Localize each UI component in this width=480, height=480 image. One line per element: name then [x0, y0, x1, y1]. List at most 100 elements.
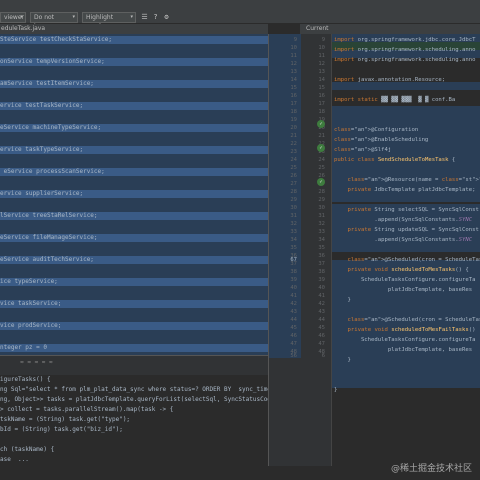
code-line: } [334, 297, 351, 303]
line-number: 38 [290, 269, 297, 275]
code-line: private void scheduledToMesTasks() { [347, 267, 469, 273]
right-diff-pane[interactable]: import org.springframework.jdbc.core.Jdb… [332, 34, 480, 466]
marked-line-number: 67 [290, 257, 297, 263]
line-number: 29 [290, 197, 297, 203]
code-line: > collect = tasks.parallelStream().map(t… [0, 406, 174, 413]
code-line: amService testItemService; [0, 80, 268, 88]
code-line: ch (taskName) { [0, 446, 55, 453]
viewer-dropdown[interactable]: viewer ▾ [0, 12, 26, 23]
code-line: import org.springframework.scheduling.an… [334, 47, 476, 53]
line-number: 43 [318, 309, 325, 315]
highlight-dropdown[interactable]: Highlight words ▾ [82, 12, 136, 30]
code-line: eService machineTypeService; [0, 124, 268, 132]
code-line: SteService testCheckStaService; [0, 36, 268, 44]
line-number: 10 [318, 45, 325, 51]
code-line: ervice taskTypeService; [0, 146, 268, 154]
left-diff-pane[interactable]: eduleTask.java SteService testCheckStaSe… [0, 24, 268, 466]
line-number: 17 [290, 101, 297, 107]
code-line: private void scheduledToMesFailTasks() [347, 327, 476, 333]
help-icon[interactable]: ? [151, 13, 160, 22]
watermark-text: @稀土掘金技术社区 [390, 464, 472, 474]
code-line: private JdbcTemplate platJdbcTemplate; [347, 187, 476, 193]
left-file-tab[interactable]: eduleTask.java [0, 24, 268, 34]
code-line: ervice supplierService; [0, 190, 268, 198]
line-number: 47 [318, 341, 325, 347]
spring-bean-icon[interactable]: ✓ [317, 178, 325, 186]
line-number: 25 [290, 165, 297, 171]
code-line: ScheduleTasksConfigure.configureTa [334, 337, 476, 343]
watermark: @稀土掘金技术社区 [391, 461, 472, 474]
line-number: 23 [290, 149, 297, 155]
line-number: 36 [318, 253, 325, 259]
code-line: .append(SyncSqlConstants.SYNC [334, 217, 473, 223]
line-number: 13 [318, 69, 325, 75]
code-line: platJdbcTemplate, baseRes [334, 347, 473, 353]
line-number: 11 [290, 53, 297, 59]
code-line: lService treeStaRelService; [0, 212, 268, 220]
code-line: private String updateSQL = SyncSqlConst [347, 227, 479, 233]
line-number: 24 [318, 157, 325, 163]
line-number: 10 [290, 45, 297, 51]
line-number: 34 [290, 237, 297, 243]
line-number: 15 [290, 85, 297, 91]
line-number: 33 [318, 229, 325, 235]
code-line: nteger pz = 0 [0, 344, 268, 352]
line-number: 39 [290, 277, 297, 283]
line-number: 14 [318, 77, 325, 83]
code-line: import static ▓▓ ▓▓ ▓▓▓ ▓ ▓ conf.Ba [334, 97, 456, 103]
spring-bean-icon[interactable]: ✓ [317, 144, 325, 152]
line-number: 42 [318, 301, 325, 307]
code-line: ice typeService; [0, 278, 268, 286]
code-line: class="an">@EnableScheduling [334, 137, 429, 143]
line-number: 42 [290, 301, 297, 307]
left-file-tab-label: eduleTask.java [1, 25, 46, 32]
chevron-down-icon: ▾ [20, 14, 23, 20]
line-number: 18 [290, 109, 297, 115]
line-number: 28 [290, 189, 297, 195]
line-number: 41 [290, 293, 297, 299]
code-line: import org.springframework.jdbc.core.Jdb… [334, 37, 476, 43]
line-number: 21 [290, 133, 297, 139]
code-line: vice prodService; [0, 322, 268, 330]
line-number: 9 [321, 37, 325, 43]
whitespace-dropdown[interactable]: Do not ignore ▾ [30, 12, 78, 30]
line-number: 14 [290, 77, 297, 83]
line-number: 43 [290, 309, 297, 315]
line-number: 16 [290, 93, 297, 99]
line-number: 24 [290, 157, 297, 163]
code-line: .append(SyncSqlConstants.SYNC [334, 237, 473, 243]
line-number-gutter: 9 10 11 12 13 14 15 16 17 18 19 20 21 22 23 24 25 26 27 28 2… [268, 34, 332, 466]
line-number: 35 [290, 245, 297, 251]
line-number: 33 [290, 229, 297, 235]
diff-toolbar: viewer ▾ Do not ignore ▾ Highlight words… [0, 0, 480, 30]
line-number: 40 [290, 285, 297, 291]
line-number: 27 [290, 181, 297, 187]
collapsed-region-separator[interactable]: ≈ ≈ ≈ ≈ ≈ [0, 355, 268, 375]
line-number: 56 [290, 353, 297, 359]
line-number: 29 [318, 197, 325, 203]
line-number: 35 [318, 245, 325, 251]
line-number: 32 [290, 221, 297, 227]
code-line: ScheduleTasksConfigure.configureTa [334, 277, 476, 283]
code-line: import javax.annotation.Resource; [334, 77, 446, 83]
line-number: 11 [318, 53, 325, 59]
line-number: 37 [318, 261, 325, 267]
line-number: 25 [318, 165, 325, 171]
line-number: 41 [318, 293, 325, 299]
line-number: 12 [318, 61, 325, 67]
spring-bean-icon[interactable]: ✓ [317, 120, 325, 128]
code-line: } [334, 357, 351, 363]
code-line: ng Sql="select * from plm_plat_data_sync… [0, 386, 268, 393]
line-number: 15 [318, 85, 325, 91]
collapsed-marker: ≈ ≈ ≈ ≈ ≈ [20, 359, 53, 366]
code-line: } [334, 387, 338, 393]
line-number: 45 [290, 325, 297, 331]
current-pane-header: Current [300, 24, 480, 34]
settings-icon[interactable]: ⚙ [162, 13, 171, 22]
line-number: 40 [318, 285, 325, 291]
line-number: 47 [290, 341, 297, 347]
line-number: 31 [318, 213, 325, 219]
chevron-down-icon: ▾ [130, 14, 133, 20]
line-number: 21 [318, 133, 325, 139]
list-icon[interactable]: ☰ [140, 13, 149, 22]
